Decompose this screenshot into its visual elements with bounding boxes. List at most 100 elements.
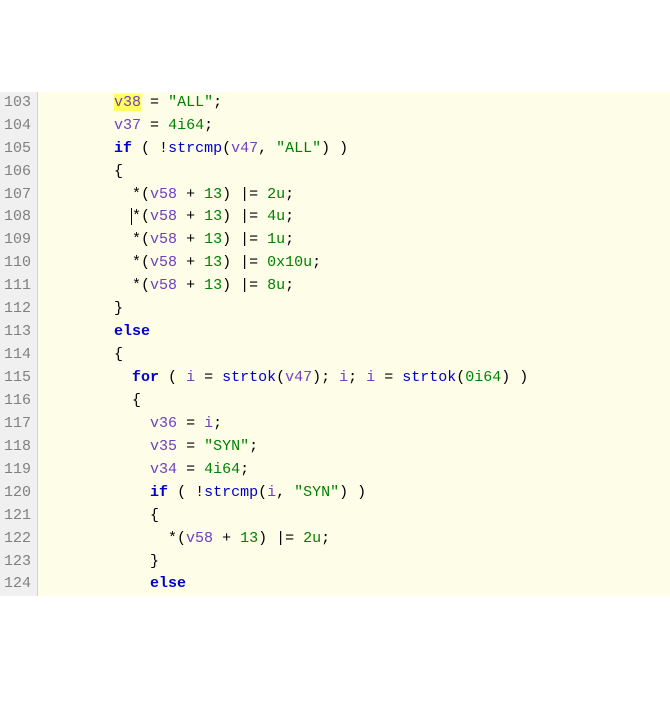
token-plain [42,94,114,111]
token-str: "SYN" [204,438,249,455]
code-line[interactable]: } [42,298,670,321]
token-plain: = [177,438,204,455]
token-str: "ALL" [168,94,213,111]
line-number: 115 [4,367,31,390]
code-line[interactable]: v34 = 4i64; [42,459,670,482]
code-line[interactable]: v35 = "SYN"; [42,436,670,459]
line-number: 121 [4,505,31,528]
token-plain: *( [42,530,186,547]
token-fn: strcmp [168,140,222,157]
token-plain: , [276,484,294,501]
token-plain: ) |= [222,208,267,225]
token-var: v58 [150,277,177,294]
token-plain [42,140,114,157]
token-plain [42,575,150,592]
token-plain: = [375,369,402,386]
code-line[interactable]: v37 = 4i64; [42,115,670,138]
code-line[interactable]: *(v58 + 13) |= 1u; [42,229,670,252]
token-var: v58 [186,530,213,547]
code-line[interactable]: { [42,161,670,184]
token-plain: ; [348,369,366,386]
token-plain: } [42,553,159,570]
code-line[interactable]: *(v58 + 13) |= 2u; [42,528,670,551]
code-line[interactable]: { [42,390,670,413]
token-plain: *( [42,254,150,271]
token-var: v34 [150,461,177,478]
line-number: 112 [4,298,31,321]
line-number: 123 [4,551,31,574]
token-plain: + [177,208,204,225]
token-kw: for [132,369,159,386]
token-kw: else [114,323,150,340]
token-plain: ; [285,231,294,248]
token-plain [42,484,150,501]
token-plain: ) ) [321,140,348,157]
token-var: v35 [150,438,177,455]
token-plain: } [42,300,123,317]
token-fn: strtok [402,369,456,386]
code-editor[interactable]: 1031041051061071081091101111121131141151… [0,92,670,597]
token-var: v47 [285,369,312,386]
code-line[interactable]: else [42,321,670,344]
code-line[interactable]: for ( i = strtok(v47); i; i = strtok(0i6… [42,367,670,390]
token-plain: ; [240,461,249,478]
code-line[interactable]: v38 = "ALL"; [42,92,670,115]
token-var: v58 [150,208,177,225]
token-plain: ; [213,94,222,111]
token-plain: ( ! [132,140,168,157]
token-plain: = [141,94,168,111]
token-plain [42,208,132,225]
code-line[interactable]: v36 = i; [42,413,670,436]
token-num: 13 [204,231,222,248]
token-num: 8u [267,277,285,294]
token-plain: ; [321,530,330,547]
code-line[interactable]: { [42,344,670,367]
token-plain: ) ) [339,484,366,501]
token-var: i [204,415,213,432]
token-plain: *( [132,208,150,225]
token-var: v38 [114,94,141,111]
token-plain [42,438,150,455]
token-plain: = [177,461,204,478]
line-number: 107 [4,184,31,207]
token-num: 13 [240,530,258,547]
line-number: 109 [4,229,31,252]
line-number: 118 [4,436,31,459]
token-plain: ( [276,369,285,386]
token-num: 4i64 [168,117,204,134]
code-line[interactable]: if ( !strcmp(v47, "ALL") ) [42,138,670,161]
line-number: 105 [4,138,31,161]
token-var: v58 [150,231,177,248]
token-fn: strcmp [204,484,258,501]
line-number: 104 [4,115,31,138]
token-kw: if [114,140,132,157]
token-plain: ; [249,438,258,455]
code-line[interactable]: *(v58 + 13) |= 0x10u; [42,252,670,275]
token-plain: *( [42,231,150,248]
token-plain: ) |= [222,231,267,248]
token-num: 0x10u [267,254,312,271]
token-plain: = [195,369,222,386]
code-line[interactable]: } [42,551,670,574]
token-plain [42,323,114,340]
code-line[interactable]: else [42,573,670,596]
token-num: 4u [267,208,285,225]
token-plain: ( [258,484,267,501]
line-number: 103 [4,92,31,115]
code-area[interactable]: v38 = "ALL"; v37 = 4i64; if ( !strcmp(v4… [38,92,670,597]
code-line[interactable]: { [42,505,670,528]
line-number: 108 [4,206,31,229]
token-var: v47 [231,140,258,157]
code-line[interactable]: *(v58 + 13) |= 4u; [42,206,670,229]
line-number: 114 [4,344,31,367]
token-num: 4i64 [204,461,240,478]
token-var: i [186,369,195,386]
code-line[interactable]: *(v58 + 13) |= 8u; [42,275,670,298]
token-var: v37 [114,117,141,134]
token-plain: = [177,415,204,432]
code-line[interactable]: if ( !strcmp(i, "SYN") ) [42,482,670,505]
token-num: 0i64 [465,369,501,386]
code-line[interactable]: *(v58 + 13) |= 2u; [42,184,670,207]
token-plain: *( [42,186,150,203]
token-plain: ; [213,415,222,432]
